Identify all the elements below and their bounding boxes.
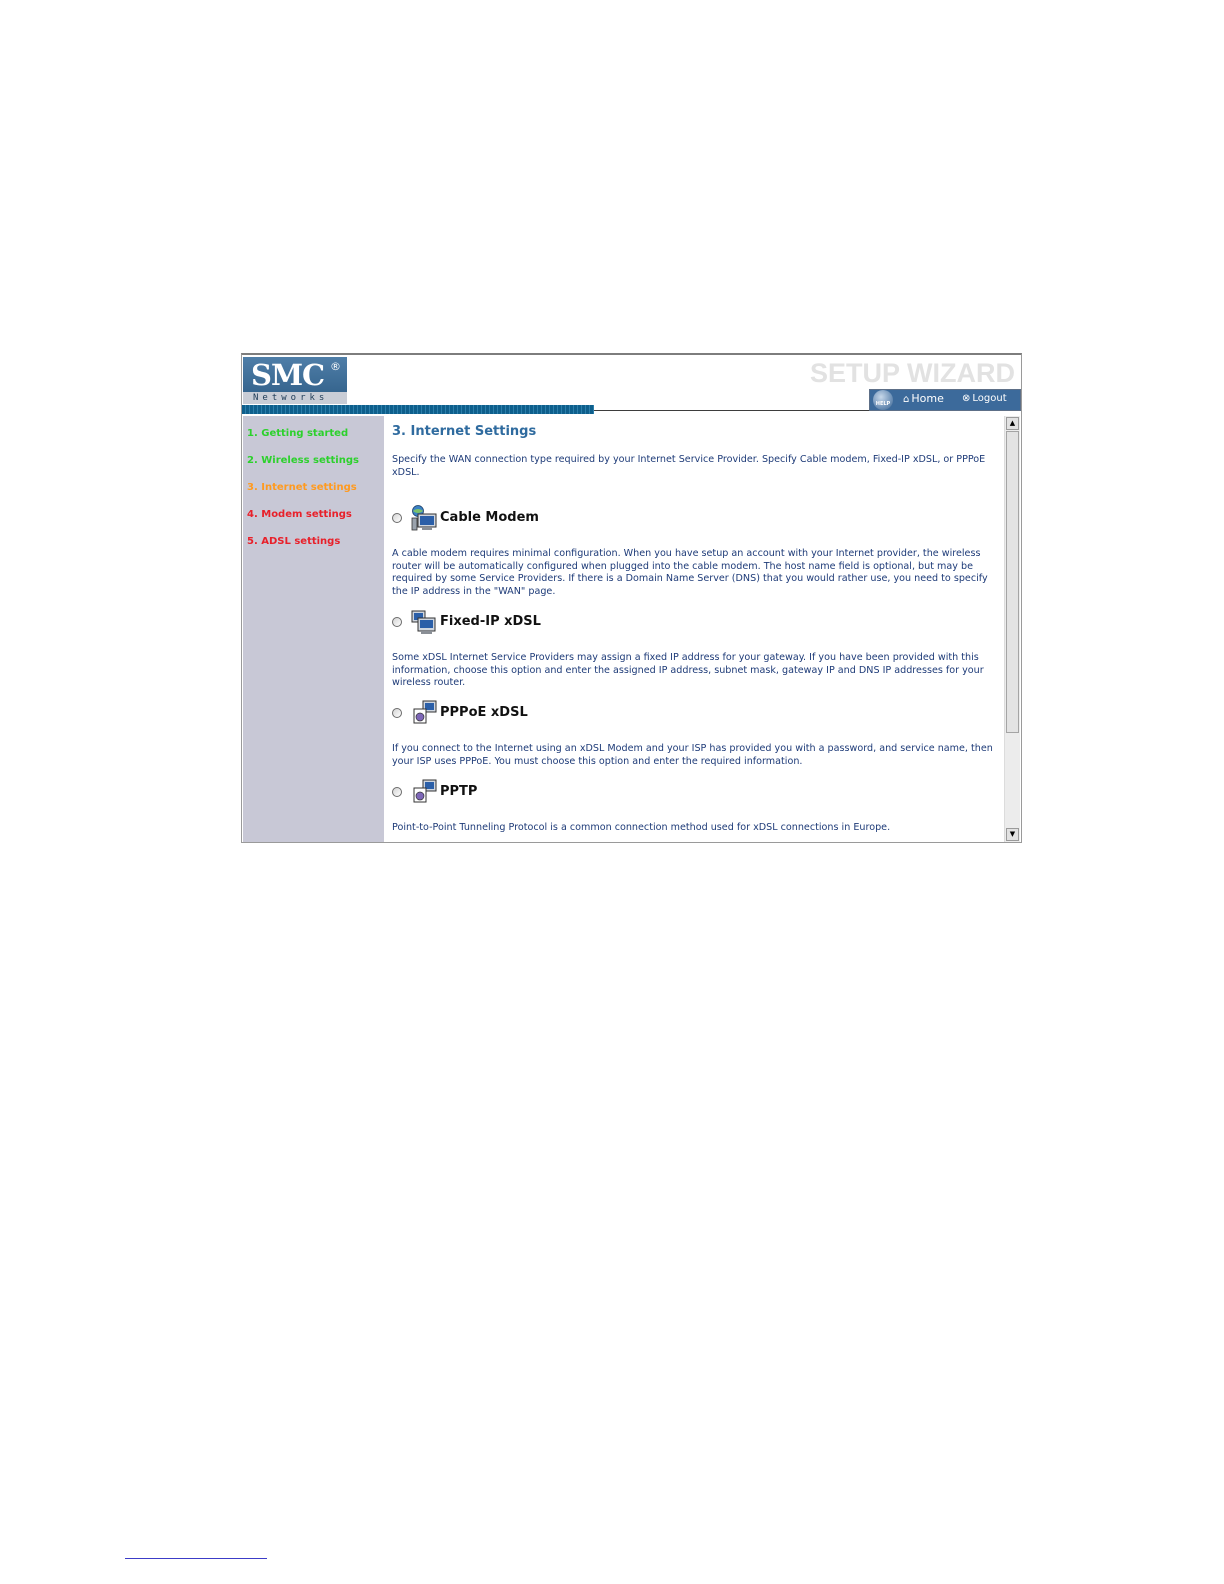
sidebar-item-wireless-settings[interactable]: 2. Wireless settings — [247, 455, 359, 466]
logout-icon: ⊗ — [962, 393, 971, 404]
header-thin-divider — [594, 410, 869, 411]
home-link[interactable]: ⌂ Home — [903, 392, 944, 405]
option-pptp[interactable]: PPTP — [392, 779, 692, 805]
fixed-ip-description: Some xDSL Internet Service Providers may… — [392, 652, 984, 688]
cable-modem-radio[interactable] — [392, 513, 402, 523]
fixed-ip-label: Fixed-IP xDSL — [440, 614, 541, 629]
logout-label: Logout — [972, 393, 1007, 404]
pptp-icon — [413, 779, 437, 803]
pppoe-label: PPPoE xDSL — [440, 705, 528, 720]
cable-modem-icon — [411, 505, 437, 531]
smc-logo: SMC ® Networks — [243, 357, 347, 404]
logout-link[interactable]: ⊗ Logout — [962, 393, 1007, 404]
pptp-radio[interactable] — [392, 787, 402, 797]
help-label: HELP — [875, 401, 891, 407]
scroll-down-button[interactable]: ▼ — [1006, 828, 1019, 841]
cable-modem-description: A cable modem requires minimal configura… — [392, 548, 988, 597]
logo-registered-mark: ® — [330, 360, 341, 373]
sidebar-item-getting-started[interactable]: 1. Getting started — [247, 428, 348, 439]
intro-text: Specify the WAN connection type required… — [392, 454, 986, 478]
page-title: 3. Internet Settings — [392, 424, 537, 439]
scroll-thumb[interactable] — [1006, 431, 1019, 733]
fixed-ip-radio[interactable] — [392, 617, 402, 627]
help-icon[interactable]: HELP — [873, 390, 893, 410]
scroll-up-arrow-icon: ▲ — [1009, 419, 1016, 427]
home-icon: ⌂ — [903, 394, 910, 405]
header: SMC ® Networks SETUP WIZARD HELP ⌂ Home ⊗… — [242, 355, 1021, 415]
option-cable-modem[interactable]: Cable Modem — [392, 505, 692, 531]
sidebar-item-internet-settings[interactable]: 3. Internet settings — [247, 482, 357, 493]
browser-window: SMC ® Networks SETUP WIZARD HELP ⌂ Home ⊗… — [241, 353, 1022, 843]
page-banner-title: SETUP WIZARD — [809, 358, 1015, 388]
option-pppoe-xdsl[interactable]: PPPoE xDSL — [392, 700, 692, 726]
vertical-scrollbar[interactable]: ▲ ▼ — [1004, 416, 1020, 842]
scroll-up-button[interactable]: ▲ — [1006, 417, 1019, 430]
pptp-description: Point-to-Point Tunneling Protocol is a c… — [392, 822, 891, 833]
fixed-ip-icon — [411, 610, 436, 634]
pptp-label: PPTP — [440, 784, 478, 799]
sidebar-item-adsl-settings[interactable]: 5. ADSL settings — [247, 536, 340, 547]
pppoe-radio[interactable] — [392, 708, 402, 718]
top-nav-bar: HELP ⌂ Home ⊗ Logout — [869, 389, 1021, 411]
pppoe-icon — [413, 700, 437, 724]
pppoe-description: If you connect to the Internet using an … — [392, 743, 993, 767]
footer-underline — [125, 1558, 267, 1559]
sidebar-item-modem-settings[interactable]: 4. Modem settings — [247, 509, 352, 520]
option-fixed-ip-xdsl[interactable]: Fixed-IP xDSL — [392, 609, 692, 635]
main-content: 3. Internet Settings Specify the WAN con… — [384, 416, 1004, 842]
logo-subtitle: Networks — [243, 392, 347, 404]
home-label: Home — [911, 392, 944, 405]
header-divider — [242, 405, 594, 414]
wizard-sidebar: 1. Getting started 2. Wireless settings … — [243, 416, 384, 842]
cable-modem-label: Cable Modem — [440, 510, 539, 525]
scroll-down-arrow-icon: ▼ — [1009, 830, 1016, 838]
logo-text: SMC — [251, 358, 325, 392]
